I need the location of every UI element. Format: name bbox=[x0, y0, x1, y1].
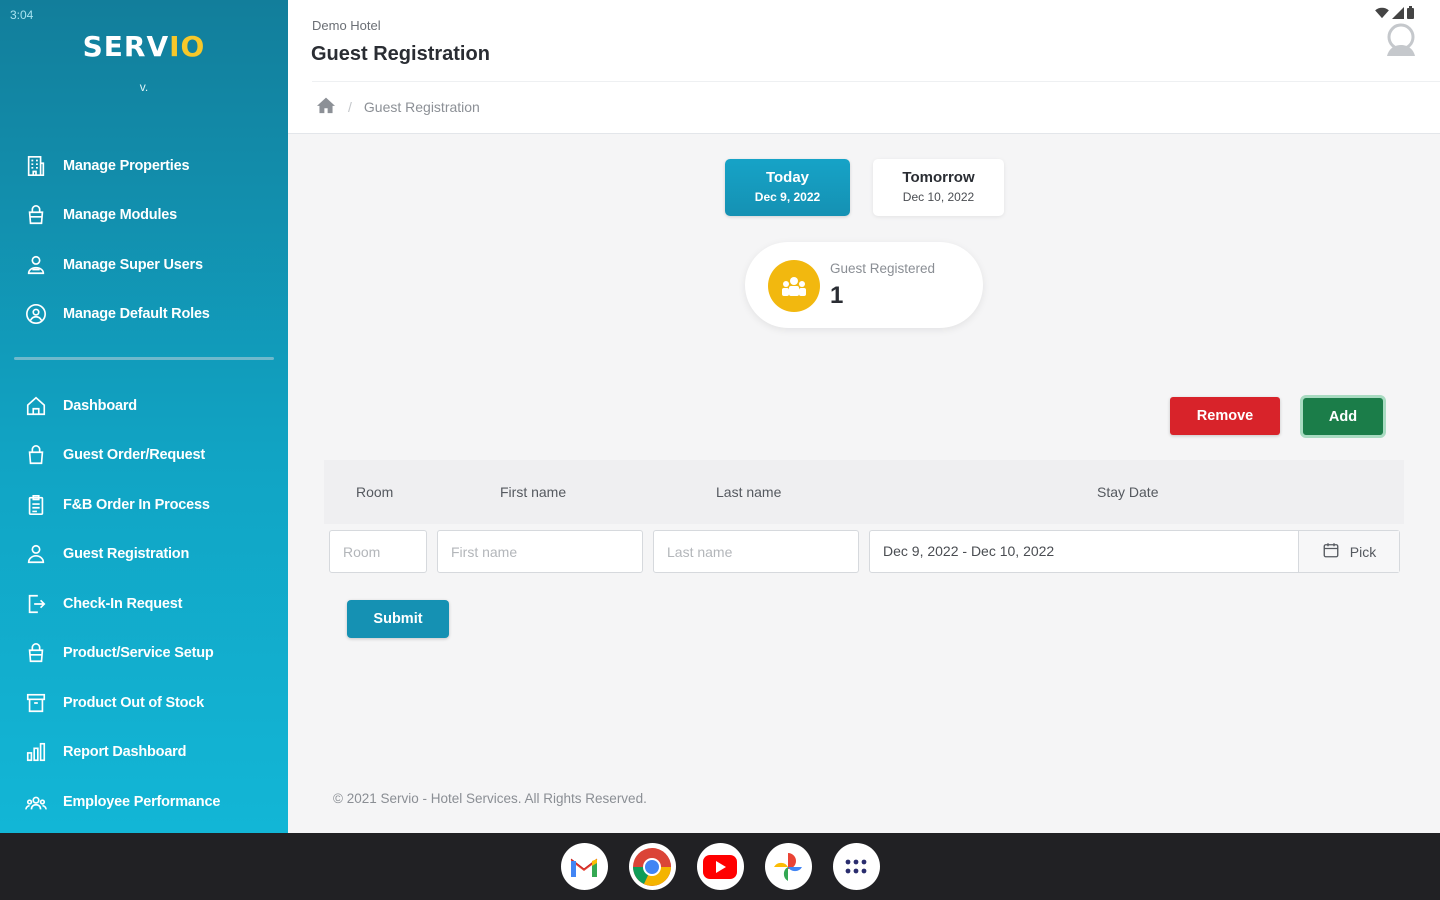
team-icon bbox=[24, 790, 48, 814]
remove-button[interactable]: Remove bbox=[1170, 397, 1280, 435]
sidebar-item-fb-order[interactable]: F&B Order In Process bbox=[0, 480, 288, 530]
sidebar-item-label: Manage Default Roles bbox=[63, 306, 210, 323]
building-icon bbox=[24, 154, 48, 178]
guest-registered-label: Guest Registered bbox=[830, 261, 936, 276]
today-date: Dec 9, 2022 bbox=[754, 190, 821, 204]
breadcrumb-current: Guest Registration bbox=[363, 98, 480, 115]
sidebar-divider bbox=[14, 357, 274, 360]
app-window: 3:04 SERVIO v. Manage Properties Manage … bbox=[0, 0, 1440, 900]
column-first-name: First name bbox=[500, 484, 567, 500]
sidebar-item-employee-performance[interactable]: Employee Performance bbox=[0, 777, 288, 827]
archive-icon bbox=[24, 691, 48, 715]
guest-registered-card: Guest Registered 1 bbox=[745, 242, 983, 328]
logo-main: SERV bbox=[82, 30, 170, 63]
sidebar-item-label: Employee Performance bbox=[63, 793, 221, 810]
header-divider bbox=[312, 81, 1440, 82]
main-content: Today Dec 9, 2022 Tomorrow Dec 10, 2022 … bbox=[288, 134, 1440, 833]
pick-date-button[interactable]: Pick bbox=[1298, 531, 1399, 572]
photos-app-icon[interactable] bbox=[764, 843, 812, 890]
home-icon bbox=[24, 394, 48, 418]
app-drawer-icon[interactable] bbox=[832, 843, 880, 890]
sidebar-item-label: Check-In Request bbox=[63, 595, 183, 612]
today-label: Today bbox=[765, 169, 810, 186]
add-button[interactable]: Add bbox=[1300, 395, 1386, 438]
breadcrumb-separator: / bbox=[348, 98, 352, 115]
users-icon bbox=[24, 253, 48, 277]
sidebar-item-manage-default-roles[interactable]: Manage Default Roles bbox=[0, 290, 288, 340]
submit-button[interactable]: Submit bbox=[347, 600, 449, 638]
sidebar-item-guest-registration[interactable]: Guest Registration bbox=[0, 530, 288, 580]
gmail-app-icon[interactable] bbox=[560, 843, 608, 890]
bag-icon bbox=[24, 443, 48, 467]
footer-copyright: © 2021 Servio - Hotel Services. All Righ… bbox=[333, 791, 647, 806]
group-icon bbox=[768, 260, 820, 312]
tomorrow-date: Dec 10, 2022 bbox=[902, 190, 975, 204]
tomorrow-label: Tomorrow bbox=[902, 169, 975, 186]
column-stay-date: Stay Date bbox=[1097, 484, 1159, 500]
hotel-name: Demo Hotel bbox=[312, 18, 381, 33]
sidebar-item-report-dashboard[interactable]: Report Dashboard bbox=[0, 728, 288, 778]
sidebar-item-label: Guest Order/Request bbox=[63, 447, 206, 464]
bag-icon bbox=[24, 203, 48, 227]
sidebar-item-manage-modules[interactable]: Manage Modules bbox=[0, 191, 288, 241]
tomorrow-date-button[interactable]: Tomorrow Dec 10, 2022 bbox=[873, 159, 1004, 216]
sidebar-item-label: Report Dashboard bbox=[63, 744, 187, 761]
sidebar-item-label: Dashboard bbox=[63, 397, 137, 414]
calendar-icon bbox=[1322, 541, 1340, 562]
stay-date-field[interactable]: Dec 9, 2022 - Dec 10, 2022 Pick bbox=[869, 530, 1400, 573]
column-room: Room bbox=[356, 484, 394, 500]
guest-registered-count: 1 bbox=[830, 282, 844, 309]
status-time: 3:04 bbox=[10, 8, 34, 22]
sidebar-item-guest-order[interactable]: Guest Order/Request bbox=[0, 431, 288, 481]
sidebar-item-manage-properties[interactable]: Manage Properties bbox=[0, 141, 288, 191]
sidebar-item-label: Product/Service Setup bbox=[63, 645, 214, 662]
clipboard-icon bbox=[24, 493, 48, 517]
check-in-icon bbox=[24, 592, 48, 616]
page-header: Demo Hotel Guest Registration / Guest Re… bbox=[288, 0, 1440, 134]
youtube-app-icon[interactable] bbox=[696, 843, 744, 890]
sidebar-item-label: Product Out of Stock bbox=[63, 694, 205, 711]
bag-icon bbox=[24, 641, 48, 665]
android-taskbar bbox=[0, 833, 1440, 900]
sidebar-item-manage-super-users[interactable]: Manage Super Users bbox=[0, 240, 288, 290]
user-avatar[interactable] bbox=[1382, 22, 1420, 56]
today-date-button[interactable]: Today Dec 9, 2022 bbox=[725, 159, 850, 216]
sidebar-item-check-in-request[interactable]: Check-In Request bbox=[0, 579, 288, 629]
sidebar-item-label: Manage Properties bbox=[63, 157, 190, 174]
sidebar-item-out-of-stock[interactable]: Product Out of Stock bbox=[0, 678, 288, 728]
main-nav: Dashboard Guest Order/Request F&B Order … bbox=[0, 381, 288, 827]
user-icon bbox=[24, 542, 48, 566]
table-header: Room First name Last name Stay Date bbox=[324, 460, 1404, 524]
breadcrumb: / Guest Registration bbox=[316, 96, 480, 117]
stay-date-value: Dec 9, 2022 - Dec 10, 2022 bbox=[883, 543, 1055, 559]
version-label: v. bbox=[139, 80, 149, 94]
sidebar-item-dashboard[interactable]: Dashboard bbox=[0, 381, 288, 431]
page-title: Guest Registration bbox=[311, 43, 490, 65]
sidebar-item-label: Manage Super Users bbox=[63, 256, 203, 273]
column-last-name: Last name bbox=[716, 484, 782, 500]
sidebar-item-product-setup[interactable]: Product/Service Setup bbox=[0, 629, 288, 679]
first-name-input[interactable] bbox=[437, 530, 643, 573]
sidebar-item-label: F&B Order In Process bbox=[63, 496, 210, 513]
chrome-app-icon[interactable] bbox=[628, 843, 676, 890]
servio-logo: SERVIO bbox=[0, 30, 288, 63]
sidebar-item-label: Guest Registration bbox=[63, 546, 190, 563]
pick-label: Pick bbox=[1349, 543, 1377, 560]
home-icon[interactable] bbox=[316, 96, 336, 117]
last-name-input[interactable] bbox=[653, 530, 859, 573]
sidebar-item-label: Manage Modules bbox=[63, 207, 178, 224]
admin-nav: Manage Properties Manage Modules Manage … bbox=[0, 141, 288, 339]
room-input[interactable] bbox=[329, 530, 427, 573]
sidebar: 3:04 SERVIO v. Manage Properties Manage … bbox=[0, 0, 288, 833]
logo-accent: IO bbox=[169, 30, 206, 63]
bar-chart-icon bbox=[24, 740, 48, 764]
user-circle-icon bbox=[24, 302, 48, 326]
